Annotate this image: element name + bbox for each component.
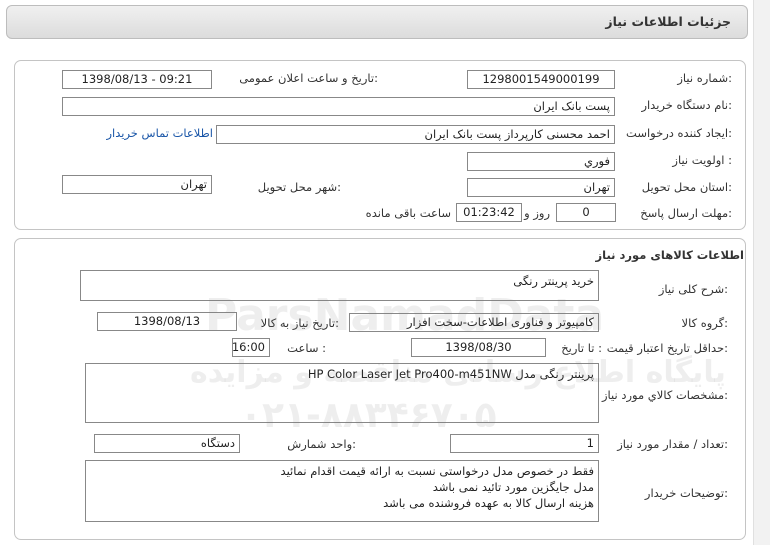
validity-time-field: 16:00 bbox=[232, 338, 270, 357]
buyer-org-field: پست بانک ایران bbox=[62, 97, 615, 116]
quantity-label: تعداد / مقدار مورد نیاز: bbox=[617, 437, 728, 451]
validity-label: حداقل تاریخ اعتبار قیمت: bbox=[606, 341, 728, 355]
need-number-field: 1298001549000199 bbox=[467, 70, 615, 89]
summary-label: شرح کلی نیاز: bbox=[658, 282, 728, 296]
group-field: کامپیوتر و فناوری اطلاعات-سخت افزار bbox=[349, 313, 599, 332]
city-label: شهر محل تحویل: bbox=[257, 180, 341, 194]
announce-datetime-field: 1398/08/13 - 09:21 bbox=[62, 70, 212, 89]
notes-line: مدل جایگزین مورد تائید نمی باشد bbox=[432, 480, 594, 494]
remaining-word: ساعت باقی مانده bbox=[365, 206, 451, 220]
goods-section-title: اطلاعات کالاهای مورد نیاز bbox=[595, 248, 744, 262]
spec-model: HP Color Laser Jet Pro400-m451NW bbox=[307, 367, 512, 381]
until-date-label: تا تاریخ : bbox=[561, 341, 602, 355]
need-date-field: 1398/08/13 bbox=[97, 312, 237, 331]
notes-line: هزینه ارسال کالا به عهده فروشنده می باشد bbox=[383, 496, 594, 510]
creator-label: ایجاد کننده درخواست: bbox=[626, 126, 732, 140]
notes-line: فقط در خصوص مدل درخواستی نسبت به ارائه ق… bbox=[280, 464, 594, 478]
need-date-label: تاریخ نیاز به کالا: bbox=[260, 316, 339, 330]
summary-field: خرید پرینتر رنگی bbox=[80, 270, 599, 301]
spec-label: مشخصات کالاي مورد نیاز: bbox=[601, 388, 728, 402]
spec-prefix: پرینتر رنگی مدل bbox=[515, 367, 594, 381]
priority-field: فوري bbox=[467, 152, 615, 171]
buyer-notes-label: توضیحات خریدار: bbox=[644, 486, 728, 500]
need-number-label: شماره نیاز: bbox=[677, 71, 732, 85]
group-label: گروه کالا: bbox=[681, 316, 728, 330]
quantity-field: 1 bbox=[450, 434, 599, 453]
buyer-notes-field: فقط در خصوص مدل درخواستی نسبت به ارائه ق… bbox=[85, 460, 599, 522]
deadline-days-field: 0 bbox=[556, 203, 616, 222]
unit-field: دستگاه bbox=[94, 434, 240, 453]
vertical-scrollbar[interactable] bbox=[753, 0, 770, 545]
days-word: روز و bbox=[524, 206, 550, 220]
validity-date-field: 1398/08/30 bbox=[411, 338, 546, 357]
page-title: جزئیات اطلاعات نیاز bbox=[605, 14, 731, 29]
spec-field: پرینتر رنگی مدل HP Color Laser Jet Pro40… bbox=[85, 363, 599, 423]
creator-field: احمد محسنی کارپرداز پست بانک ایران bbox=[216, 125, 615, 144]
city-field: تهران bbox=[62, 175, 212, 194]
province-field: تهران bbox=[467, 178, 615, 197]
validity-hour-label: ساعت : bbox=[287, 341, 326, 355]
priority-label: اولویت نیاز : bbox=[672, 153, 732, 167]
buyer-contact-link[interactable]: اطلاعات تماس خریدار bbox=[106, 126, 213, 140]
announce-datetime-label: تاریخ و ساعت اعلان عمومی: bbox=[239, 71, 378, 85]
page-header: جزئیات اطلاعات نیاز bbox=[6, 5, 748, 39]
province-label: استان محل تحویل: bbox=[641, 180, 732, 194]
deadline-label: مهلت ارسال پاسخ: bbox=[640, 206, 732, 220]
deadline-time-field: 01:23:42 bbox=[456, 203, 522, 222]
unit-label: واحد شمارش: bbox=[287, 437, 356, 451]
buyer-org-label: نام دستگاه خریدار: bbox=[641, 98, 732, 112]
